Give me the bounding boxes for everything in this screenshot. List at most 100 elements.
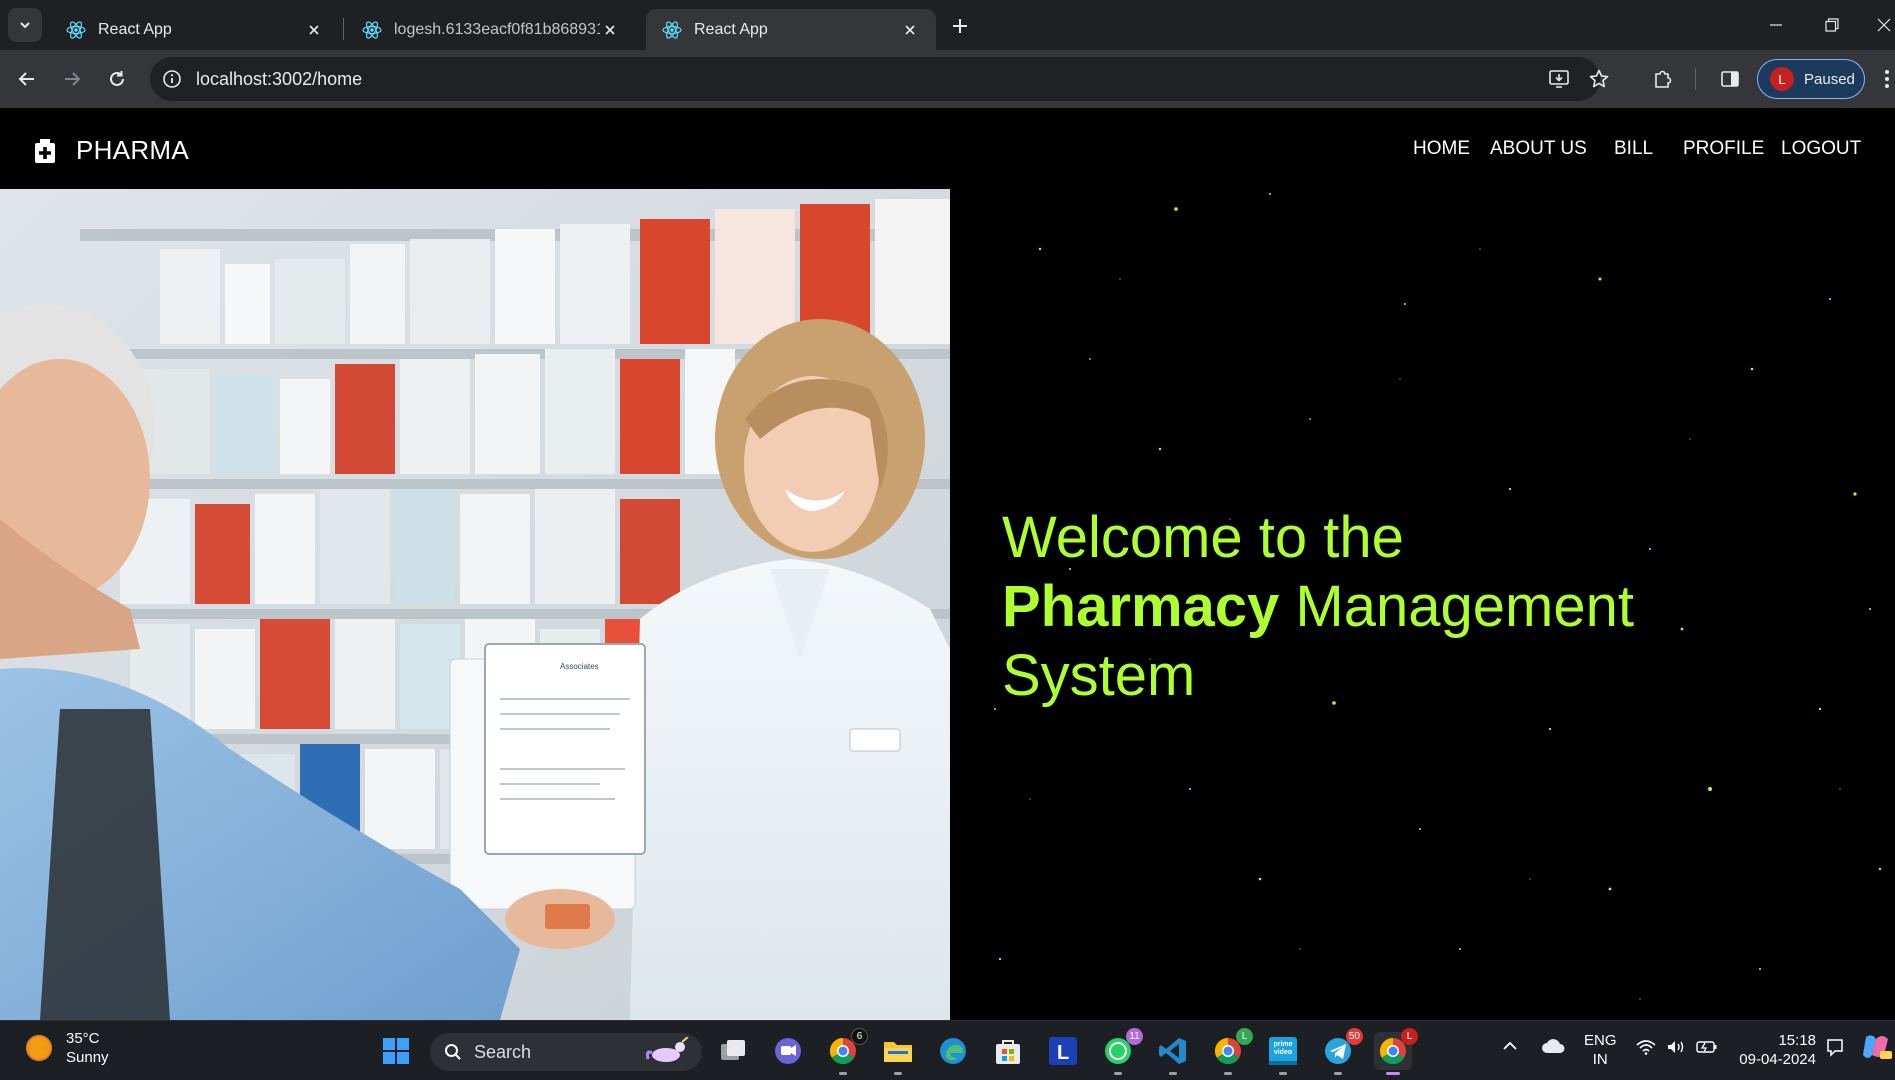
chat-button[interactable]: [769, 1032, 807, 1070]
notifications-button[interactable]: [1826, 1037, 1844, 1061]
headline-bold-word: Pharmacy: [1002, 574, 1280, 639]
chrome-active-button[interactable]: L: [1374, 1028, 1418, 1075]
site-navbar: PHARMA HOME ABOUT US BILL PROFILE LOGOUT: [0, 108, 1895, 189]
running-indicator: [894, 1072, 902, 1075]
notification-bell-icon: [1827, 1039, 1843, 1057]
running-indicator: [1169, 1072, 1177, 1075]
running-indicator: [839, 1072, 847, 1075]
vscode-button[interactable]: [1154, 1032, 1192, 1075]
side-panel-button[interactable]: [1715, 64, 1745, 94]
browser-menu-button[interactable]: [1880, 64, 1894, 94]
search-label: Search: [474, 1041, 532, 1062]
close-tab-icon[interactable]: [900, 20, 920, 40]
profile-button[interactable]: L Paused: [1757, 59, 1865, 99]
install-app-button[interactable]: [1544, 64, 1574, 94]
chrome-profile-button[interactable]: L: [1209, 1028, 1253, 1075]
l-app-button[interactable]: L: [1044, 1032, 1082, 1070]
onedrive-button[interactable]: [1541, 1038, 1565, 1058]
restore-icon: [1825, 18, 1839, 32]
side-panel-icon: [1721, 71, 1739, 87]
nav-home[interactable]: HOME: [1413, 138, 1470, 160]
taskbar-search[interactable]: Search: [430, 1033, 702, 1071]
hero-image: Associates: [0, 189, 950, 1020]
nav-about-us[interactable]: ABOUT US: [1490, 138, 1587, 160]
browser-toolbar: localhost:3002/home L Paused: [0, 50, 1895, 108]
profile-badge: L: [1401, 1028, 1418, 1045]
headline-line-3: System: [1002, 643, 1196, 708]
running-indicator: [1334, 1072, 1342, 1075]
unicorn-icon: [646, 1037, 689, 1062]
weather-widget[interactable]: 35°C Sunny: [26, 1029, 109, 1067]
clock-time: 15:18: [1778, 1032, 1816, 1049]
address-bar[interactable]: localhost:3002/home: [150, 57, 1600, 101]
minimize-button[interactable]: [1762, 12, 1790, 38]
tab-title: React App: [98, 20, 172, 38]
language-indicator[interactable]: ENG IN: [1584, 1031, 1617, 1069]
store-button[interactable]: [989, 1032, 1027, 1070]
show-hidden-icons-button[interactable]: [1502, 1039, 1518, 1056]
edge-button[interactable]: [934, 1032, 972, 1070]
tab-search-button[interactable]: [8, 8, 42, 42]
edge-icon: [940, 1038, 966, 1064]
start-button[interactable]: [377, 1032, 415, 1070]
copilot-button[interactable]: [1860, 1033, 1892, 1065]
running-indicator: [1114, 1072, 1122, 1075]
avatar: L: [1770, 67, 1794, 91]
lang-region: IN: [1592, 1051, 1608, 1068]
close-tab-icon[interactable]: [600, 20, 620, 40]
tab-react-app-active[interactable]: React App: [646, 9, 936, 50]
new-tab-button[interactable]: [946, 12, 974, 40]
site-info-icon[interactable]: [162, 69, 182, 89]
cloud-icon: [1542, 1039, 1565, 1053]
restore-button[interactable]: [1818, 12, 1846, 38]
forward-button[interactable]: [55, 62, 89, 96]
reload-icon: [110, 71, 124, 86]
weather-temp: 35°C: [66, 1030, 100, 1047]
extensions-button[interactable]: [1648, 64, 1678, 94]
windows-icon: [383, 1038, 409, 1064]
nav-logout[interactable]: LOGOUT: [1781, 138, 1861, 160]
clock[interactable]: 15:18 09-04-2024: [1736, 1031, 1816, 1069]
tab-react-app-1[interactable]: React App: [50, 9, 340, 50]
task-view-button[interactable]: [714, 1032, 752, 1070]
chevron-up-icon: [1503, 1041, 1517, 1050]
search-icon: [445, 1044, 461, 1060]
prime-video-button[interactable]: prime video: [1264, 1032, 1302, 1075]
react-icon: [362, 20, 382, 39]
back-button[interactable]: [10, 62, 44, 96]
minimize-icon: [1770, 24, 1782, 26]
tab-divider: [343, 18, 344, 40]
l-app-icon: L: [1049, 1037, 1077, 1065]
telegram-button[interactable]: 50: [1319, 1028, 1363, 1075]
close-icon: [1877, 18, 1891, 32]
quick-settings-button[interactable]: [1636, 1039, 1718, 1055]
arrow-left-icon: [18, 72, 34, 86]
nav-bill[interactable]: BILL: [1614, 138, 1653, 160]
active-indicator: [1386, 1072, 1400, 1075]
nav-profile[interactable]: PROFILE: [1683, 138, 1764, 160]
hero-headline: Welcome to the Pharmacy Management Syste…: [1002, 503, 1634, 710]
profile-badge: L: [1236, 1028, 1253, 1045]
reload-button[interactable]: [100, 62, 134, 96]
plus-icon: [953, 19, 967, 33]
wifi-icon: [1636, 1040, 1656, 1055]
url-text[interactable]: localhost:3002/home: [196, 69, 362, 90]
store-icon: [996, 1040, 1020, 1064]
browser-tabstrip: React App logesh.6133eacf0f81b868931d.j …: [0, 0, 1895, 50]
install-icon: [1549, 70, 1569, 88]
whatsapp-button[interactable]: 11: [1099, 1028, 1143, 1075]
star-icon: [1589, 69, 1609, 88]
close-window-button[interactable]: [1874, 12, 1894, 38]
file-explorer-button[interactable]: [879, 1032, 917, 1075]
puzzle-icon: [1655, 70, 1672, 88]
page-viewport: PHARMA HOME ABOUT US BILL PROFILE LOGOUT: [0, 108, 1895, 1020]
close-tab-icon[interactable]: [304, 20, 324, 40]
toolbar-divider: [1695, 68, 1696, 90]
chrome-button[interactable]: 6: [824, 1028, 868, 1075]
tab-logesh[interactable]: logesh.6133eacf0f81b868931d.j: [346, 9, 636, 50]
headline-line-2: Management: [1279, 574, 1634, 639]
bookmark-button[interactable]: [1584, 64, 1614, 94]
prime-video-label: prime video: [1273, 1041, 1293, 1056]
task-view-icon: [721, 1040, 745, 1060]
weather-desc: Sunny: [66, 1049, 109, 1066]
